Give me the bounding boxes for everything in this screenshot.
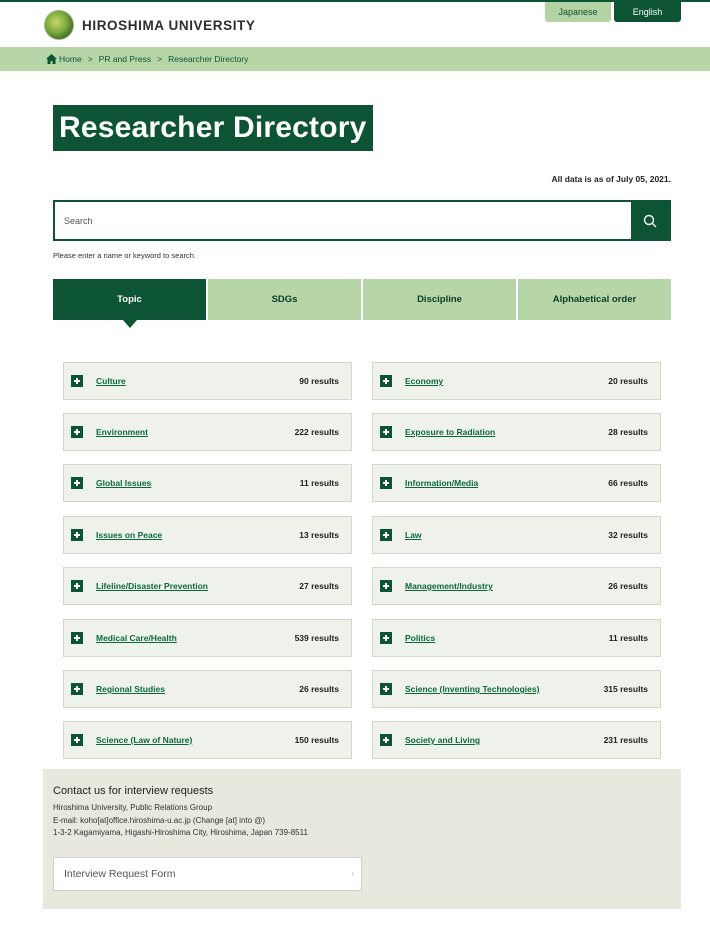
topic-result-count: 90 results — [299, 376, 339, 386]
page-title: Researcher Directory — [53, 105, 373, 151]
topic-result-count: 27 results — [299, 581, 339, 591]
interview-request-form-label: Interview Request Form — [64, 868, 176, 880]
expand-plus-icon — [71, 580, 83, 592]
topic-link[interactable]: Economy — [405, 376, 443, 386]
topic-result-count: 32 results — [608, 530, 648, 540]
topic-result-count: 11 results — [608, 633, 648, 643]
topic-result-count: 26 results — [299, 684, 339, 694]
topic-link[interactable]: Issues on Peace — [96, 530, 162, 540]
topic-link[interactable]: Global Issues — [96, 478, 151, 488]
language-japanese-button[interactable]: Japanese — [545, 2, 611, 22]
category-tabs: Topic SDGs Discipline Alphabetical order — [53, 279, 671, 328]
topic-link[interactable]: Management/Industry — [405, 581, 493, 591]
topic-link[interactable]: Information/Media — [405, 478, 478, 488]
data-as-of-note: All data is as of July 05, 2021. — [551, 174, 671, 184]
topic-result-count: 315 results — [603, 684, 648, 694]
topic-link[interactable]: Law — [405, 530, 422, 540]
expand-plus-icon — [71, 529, 83, 541]
topic-link[interactable]: Society and Living — [405, 735, 480, 745]
topic-link[interactable]: Science (Inventing Technologies) — [405, 684, 539, 694]
topic-result-count: 66 results — [608, 478, 648, 488]
tab-topic[interactable]: Topic — [53, 279, 206, 328]
topic-link[interactable]: Culture — [96, 376, 126, 386]
university-seal-icon — [44, 10, 74, 40]
topic-result-count: 28 results — [608, 427, 648, 437]
topic-result-count: 13 results — [299, 530, 339, 540]
expand-plus-icon — [71, 632, 83, 644]
breadcrumb-current: Researcher Directory — [168, 54, 249, 64]
expand-plus-icon — [380, 734, 392, 746]
expand-plus-icon — [380, 632, 392, 644]
expand-plus-icon — [380, 683, 392, 695]
topic-card[interactable]: Politics 11 results — [372, 619, 661, 657]
breadcrumb-home-link[interactable]: Home — [59, 54, 82, 64]
topic-result-count: 539 results — [294, 633, 339, 643]
topic-link[interactable]: Exposure to Radiation — [405, 427, 495, 437]
topic-link[interactable]: Medical Care/Health — [96, 633, 177, 643]
breadcrumb: Home > PR and Press > Researcher Directo… — [0, 47, 710, 71]
search-hint: Please enter a name or keyword to search… — [53, 251, 196, 260]
contact-address: 1-3-2 Kagamiyama, Higashi-Hiroshima City… — [53, 828, 308, 837]
expand-plus-icon — [71, 375, 83, 387]
topic-card[interactable]: Science (Law of Nature) 150 results — [63, 721, 352, 759]
breadcrumb-separator: > — [87, 54, 93, 64]
university-logo[interactable]: HIROSHIMA UNIVERSITY — [44, 10, 256, 40]
tab-alphabetical-order[interactable]: Alphabetical order — [518, 279, 671, 320]
expand-plus-icon — [380, 426, 392, 438]
topic-result-count: 231 results — [603, 735, 648, 745]
topic-card[interactable]: Lifeline/Disaster Prevention 27 results — [63, 567, 352, 605]
breadcrumb-separator: > — [157, 54, 163, 64]
tab-discipline[interactable]: Discipline — [363, 279, 516, 320]
search-button[interactable] — [631, 202, 669, 239]
topic-link[interactable]: Environment — [96, 427, 148, 437]
topic-card[interactable]: Issues on Peace 13 results — [63, 516, 352, 554]
topic-result-count: 26 results — [608, 581, 648, 591]
topic-result-count: 222 results — [294, 427, 339, 437]
topic-card[interactable]: Science (Inventing Technologies) 315 resu… — [372, 670, 661, 708]
expand-plus-icon — [380, 375, 392, 387]
interview-request-form-button[interactable]: Interview Request Form › — [53, 857, 362, 891]
breadcrumb-pr-link[interactable]: PR and Press — [99, 54, 151, 64]
topic-card[interactable]: Law 32 results — [372, 516, 661, 554]
home-icon — [46, 54, 57, 64]
topic-card[interactable]: Information/Media 66 results — [372, 464, 661, 502]
topic-card[interactable]: Exposure to Radiation 28 results — [372, 413, 661, 451]
tab-sdgs[interactable]: SDGs — [208, 279, 361, 320]
topic-result-count: 11 results — [299, 478, 339, 488]
topic-link[interactable]: Lifeline/Disaster Prevention — [96, 581, 208, 591]
contact-title: Contact us for interview requests — [53, 785, 214, 797]
topic-card[interactable]: Management/Industry 26 results — [372, 567, 661, 605]
topic-link[interactable]: Politics — [405, 633, 435, 643]
topic-card[interactable]: Culture 90 results — [63, 362, 352, 400]
chevron-right-icon: › — [351, 869, 354, 878]
topic-link[interactable]: Science (Law of Nature) — [96, 735, 192, 745]
search-box — [53, 200, 671, 241]
contact-organization: Hiroshima University, Public Relations G… — [53, 803, 213, 812]
topic-card[interactable]: Environment 222 results — [63, 413, 352, 451]
topic-card[interactable]: Global Issues 11 results — [63, 464, 352, 502]
topic-card[interactable]: Medical Care/Health 539 results — [63, 619, 352, 657]
topic-link[interactable]: Regional Studies — [96, 684, 165, 694]
topic-result-count: 20 results — [608, 376, 648, 386]
search-input[interactable] — [55, 202, 633, 239]
expand-plus-icon — [71, 683, 83, 695]
language-english-button[interactable]: English — [614, 2, 681, 22]
topic-card[interactable]: Regional Studies 26 results — [63, 670, 352, 708]
expand-plus-icon — [380, 580, 392, 592]
expand-plus-icon — [380, 529, 392, 541]
topic-card[interactable]: Economy 20 results — [372, 362, 661, 400]
expand-plus-icon — [71, 426, 83, 438]
contact-section: Contact us for interview requests Hirosh… — [43, 769, 681, 909]
search-icon — [643, 214, 657, 227]
topic-card[interactable]: Society and Living 231 results — [372, 721, 661, 759]
expand-plus-icon — [71, 734, 83, 746]
logo-text: HIROSHIMA UNIVERSITY — [82, 17, 256, 33]
topic-result-count: 150 results — [294, 735, 339, 745]
expand-plus-icon — [380, 477, 392, 489]
contact-email: E-mail: koho[at]office.hiroshima-u.ac.jp… — [53, 815, 266, 825]
site-header: HIROSHIMA UNIVERSITY Japanese English — [0, 2, 710, 47]
expand-plus-icon — [71, 477, 83, 489]
